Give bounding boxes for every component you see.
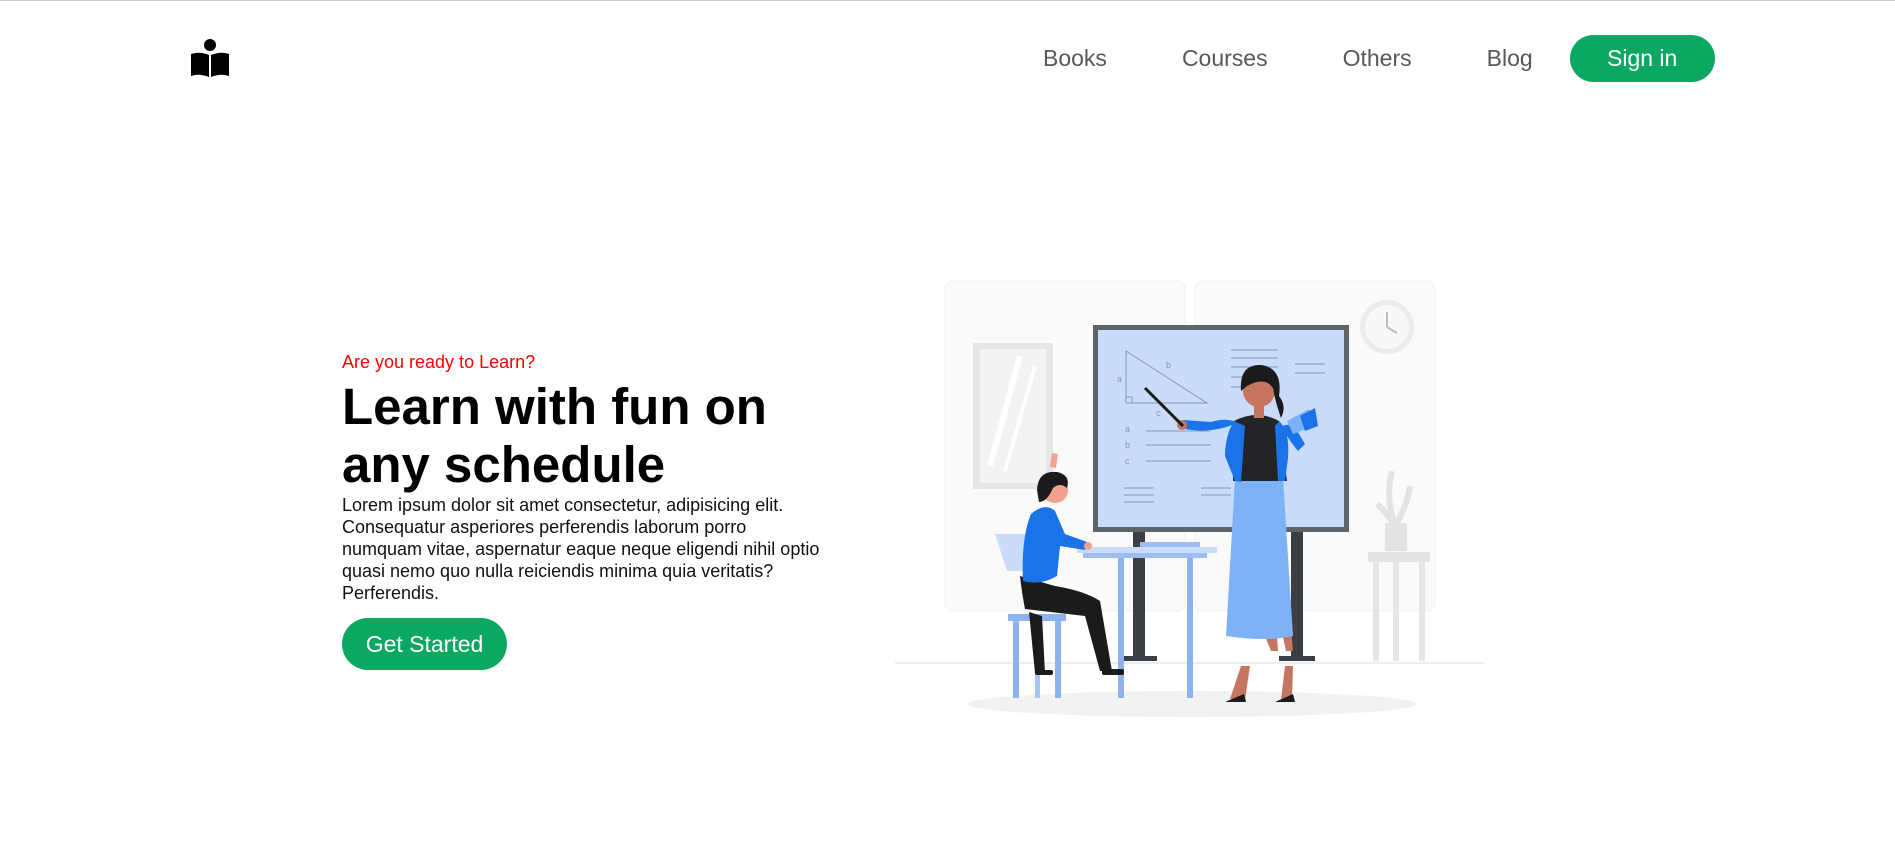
hero-description: Lorem ipsum dolor sit amet consectetur, … bbox=[342, 495, 820, 603]
get-started-button[interactable]: Get Started bbox=[342, 618, 507, 670]
nav-books-link[interactable]: Books bbox=[1043, 45, 1107, 72]
nav-courses-link[interactable]: Courses bbox=[1182, 45, 1268, 72]
svg-text:c: c bbox=[1156, 408, 1161, 418]
hero-eyebrow: Are you ready to Learn? bbox=[342, 352, 536, 372]
wall-clock-icon bbox=[1360, 300, 1414, 354]
svg-text:b: b bbox=[1166, 360, 1171, 370]
main-nav: Books Courses Others Blog Sign in bbox=[1040, 34, 1715, 82]
sign-in-button[interactable]: Sign in bbox=[1569, 34, 1715, 82]
teacher-classroom-illustration: a b c a b c bbox=[895, 280, 1485, 717]
svg-text:c: c bbox=[1125, 456, 1130, 466]
window-icon bbox=[973, 343, 1053, 489]
svg-text:a: a bbox=[1117, 374, 1122, 384]
nav-blog-link[interactable]: Blog bbox=[1487, 45, 1533, 72]
hero-section: Are you ready to Learn? Learn with fun o… bbox=[342, 350, 822, 670]
hero-headline: Learn with fun on any schedule bbox=[342, 378, 767, 493]
svg-text:b: b bbox=[1125, 440, 1130, 450]
landing-page: Books Courses Others Blog Sign in Are yo… bbox=[0, 0, 1895, 847]
svg-text:a: a bbox=[1125, 424, 1130, 434]
nav-others-link[interactable]: Others bbox=[1343, 45, 1412, 72]
book-reader-icon[interactable] bbox=[189, 37, 231, 79]
